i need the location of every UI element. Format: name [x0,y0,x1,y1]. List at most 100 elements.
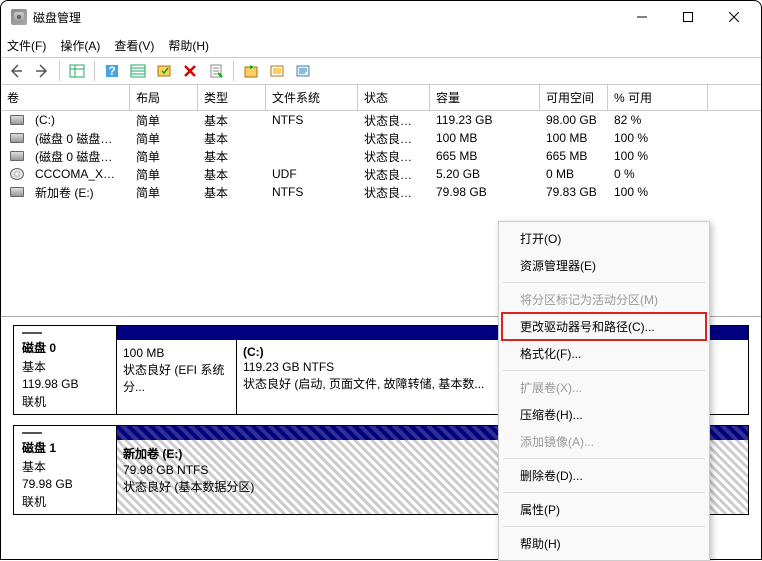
ctx-change-letter[interactable]: 更改驱动器号和路径(C)... [502,313,706,340]
ctx-explorer[interactable]: 资源管理器(E) [502,252,706,279]
ctx-delete[interactable]: 删除卷(D)... [502,462,706,489]
volume-capacity: 119.23 GB [430,113,540,127]
svg-text:?: ? [108,64,115,78]
disk-0-partition-1[interactable]: 100 MB 状态良好 (EFI 系统分... [117,340,237,414]
volume-name: CCCOMA_X64FR... [29,167,124,181]
disk-1-label: 磁盘 1 [22,439,108,456]
volume-row[interactable]: (磁盘 0 磁盘分区 1)简单基本状态良好 (...100 MB100 MB10… [1,129,761,147]
window-title: 磁盘管理 [33,9,81,26]
menu-separator [503,370,705,371]
volume-name: (C:) [29,113,61,127]
menu-bar: 文件(F) 操作(A) 查看(V) 帮助(H) [1,33,761,57]
volume-free: 665 MB [540,149,608,163]
ctx-open[interactable]: 打开(O) [502,225,706,252]
disk-0-info[interactable]: 磁盘 0 基本 119.98 GB 联机 [13,325,117,415]
volume-status: 状态良好 (... [358,148,430,165]
maximize-button[interactable] [665,1,711,33]
volume-pct: 100 % [608,131,708,145]
refresh-icon[interactable] [240,60,262,82]
volume-row[interactable]: (C:) 简单基本NTFS状态良好 (...119.23 GB98.00 GB82… [1,111,761,129]
volume-type: 基本 [198,166,266,183]
volume-free: 98.00 GB [540,113,608,127]
disk-icon [22,432,42,434]
view-icon[interactable] [66,60,88,82]
back-button[interactable] [5,60,27,82]
list-header: 卷 布局 类型 文件系统 状态 容量 可用空间 % 可用 [1,85,761,111]
volume-layout: 简单 [130,148,198,165]
toolbar: ? [1,57,761,85]
ctx-props[interactable]: 属性(P) [502,496,706,523]
volume-icon [9,132,25,144]
volume-free: 0 MB [540,167,608,181]
volume-pct: 0 % [608,167,708,181]
menu-help[interactable]: 帮助(H) [168,37,209,54]
volume-status: 状态良好 (... [358,184,430,201]
volume-free: 100 MB [540,131,608,145]
volume-row[interactable]: 新加卷 (E:)简单基本NTFS状态良好 (...79.98 GB79.83 G… [1,183,761,201]
partition-status: 状态良好 (EFI 系统分... [123,361,230,395]
volume-capacity: 79.98 GB [430,185,540,199]
disk-0-type: 基本 [22,358,108,375]
volume-name: 新加卷 (E:) [29,184,100,201]
properties-icon[interactable] [205,60,227,82]
volume-row[interactable]: CCCOMA_X64FR...简单基本UDF状态良好 (...5.20 GB0 … [1,165,761,183]
list-icon[interactable] [127,60,149,82]
col-capacity[interactable]: 容量 [430,85,540,110]
delete-icon[interactable] [179,60,201,82]
volume-layout: 简单 [130,112,198,129]
volume-name: (磁盘 0 磁盘分区 1) [29,130,124,147]
volume-icon [9,186,25,198]
context-menu: 打开(O) 资源管理器(E) 将分区标记为活动分区(M) 更改驱动器号和路径(C… [498,221,710,561]
volume-fs: NTFS [266,185,358,199]
ctx-extend: 扩展卷(X)... [502,374,706,401]
col-volume[interactable]: 卷 [1,85,130,110]
volume-layout: 简单 [130,166,198,183]
close-button[interactable] [711,1,757,33]
menu-separator [503,282,705,283]
disk-1-size: 79.98 GB [22,477,108,491]
volume-layout: 简单 [130,184,198,201]
volume-capacity: 100 MB [430,131,540,145]
ctx-shrink[interactable]: 压缩卷(H)... [502,401,706,428]
volume-name: (磁盘 0 磁盘分区 4) [29,148,124,165]
menu-view[interactable]: 查看(V) [114,37,154,54]
action-icon[interactable] [153,60,175,82]
title-bar: 磁盘管理 [1,1,761,33]
volume-pct: 82 % [608,113,708,127]
disk-0-size: 119.98 GB [22,377,108,391]
col-pct[interactable]: % 可用 [608,85,708,110]
volume-fs: NTFS [266,113,358,127]
forward-button[interactable] [31,60,53,82]
menu-file[interactable]: 文件(F) [7,37,46,54]
help-icon[interactable]: ? [101,60,123,82]
volume-status: 状态良好 (... [358,112,430,129]
minimize-button[interactable] [619,1,665,33]
volume-capacity: 5.20 GB [430,167,540,181]
volume-type: 基本 [198,148,266,165]
settings-icon[interactable] [292,60,314,82]
volume-type: 基本 [198,184,266,201]
rescan-icon[interactable] [266,60,288,82]
partition-size: 100 MB [123,346,230,360]
ctx-help[interactable]: 帮助(H) [502,530,706,557]
ctx-format[interactable]: 格式化(F)... [502,340,706,367]
app-icon [11,9,27,25]
disk-1-info[interactable]: 磁盘 1 基本 79.98 GB 联机 [13,425,117,515]
volume-capacity: 665 MB [430,149,540,163]
volume-fs: UDF [266,167,358,181]
col-fs[interactable]: 文件系统 [266,85,358,110]
menu-action[interactable]: 操作(A) [60,37,100,54]
disk-0-status: 联机 [22,393,108,410]
ctx-mark-active: 将分区标记为活动分区(M) [502,286,706,313]
col-status[interactable]: 状态 [358,85,430,110]
col-type[interactable]: 类型 [198,85,266,110]
volume-type: 基本 [198,112,266,129]
disk-1-type: 基本 [22,458,108,475]
menu-separator [503,458,705,459]
ctx-mirror: 添加镜像(A)... [502,428,706,455]
col-free[interactable]: 可用空间 [540,85,608,110]
col-layout[interactable]: 布局 [130,85,198,110]
menu-separator [503,492,705,493]
volume-icon [9,168,25,180]
volume-row[interactable]: (磁盘 0 磁盘分区 4)简单基本状态良好 (...665 MB665 MB10… [1,147,761,165]
